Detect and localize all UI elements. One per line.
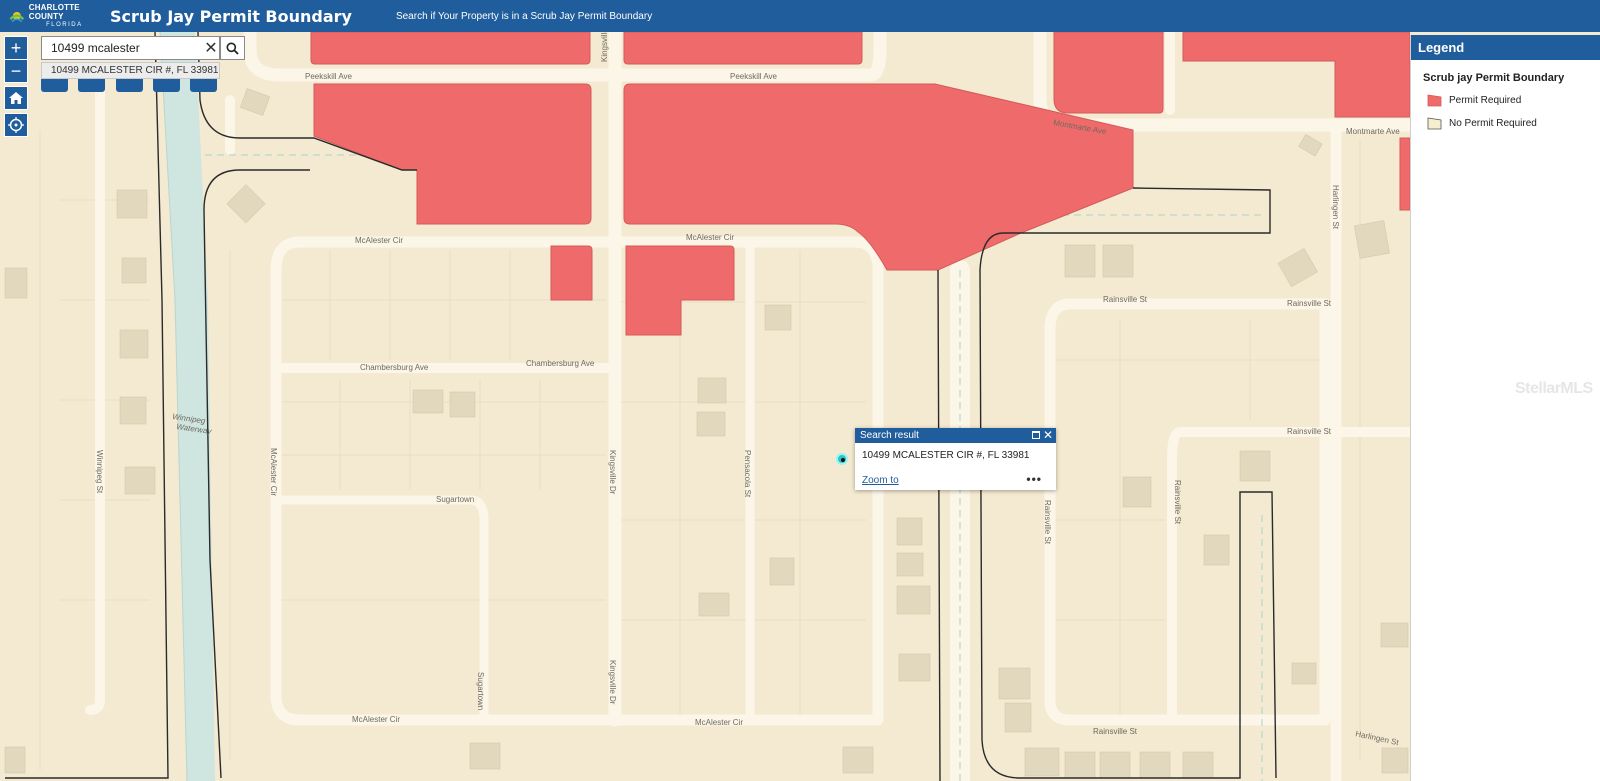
label-chambersburg-2: Chambersburg Ave — [526, 359, 595, 368]
sun-logo-icon — [9, 11, 25, 23]
home-button[interactable] — [4, 86, 28, 110]
label-kingsville-2: Kingsville Dr — [608, 450, 617, 495]
tool-button-2[interactable] — [78, 78, 105, 92]
watermark: StellarMLS — [1515, 380, 1593, 397]
permit-area-7 — [1053, 32, 1164, 114]
permit-area-1 — [310, 32, 591, 65]
search-clear-button[interactable]: ✕ — [203, 38, 219, 58]
popup-address: 10499 MCALESTER CIR #, FL 33981 — [862, 450, 1030, 461]
label-mcalester-2: McAlester Cir — [686, 233, 734, 242]
label-chambersburg-1: Chambersburg Ave — [360, 363, 429, 372]
logo-state: FLORIDA — [46, 21, 83, 28]
zoom-out-button[interactable]: − — [4, 59, 28, 83]
label-rainsville-2: Rainsville St — [1287, 299, 1332, 308]
logo-name: CHARLOTTE COUNTY — [28, 2, 80, 21]
legend-layer-title: Scrub jay Permit Boundary — [1423, 72, 1565, 84]
label-rainsville-4: Rainsville St — [1093, 727, 1138, 736]
label-peekskill-1: Peekskill Ave — [305, 72, 353, 81]
label-harlingen-1: Harlingen St — [1331, 185, 1340, 230]
maximize-icon[interactable] — [1032, 431, 1040, 439]
zoom-to-link[interactable]: Zoom to — [862, 475, 899, 486]
search-input[interactable] — [42, 40, 203, 56]
search-suggestion-item[interactable]: 10499 MCALESTER CIR #, FL 33981 — [41, 62, 220, 79]
label-rainsville-v2: Rainsville St — [1043, 500, 1052, 545]
map-view[interactable]: Peekskill Ave Peekskill Ave Montmarte Av… — [0, 32, 1410, 781]
label-winnipeg-st: Winnipeg St — [95, 450, 104, 494]
tool-button-1[interactable] — [41, 78, 68, 92]
legend-label: No Permit Required — [1449, 117, 1537, 129]
app-header: CHARLOTTE COUNTY FLORIDA Scrub Jay Permi… — [0, 0, 1600, 32]
app-subtitle: Search if Your Property is in a Scrub Ja… — [395, 10, 653, 22]
label-kingsville-3: Kingsville Dr — [608, 660, 617, 705]
label-mcalester-v: McAlester Cir — [269, 448, 278, 496]
legend-label: Permit Required — [1449, 94, 1522, 106]
label-mcalester-3: McAlester Cir — [352, 715, 400, 724]
permit-area-5 — [550, 245, 593, 301]
no-permit-swatch — [1427, 117, 1442, 129]
home-icon — [9, 92, 23, 104]
label-rainsville-1: Rainsville St — [1103, 295, 1148, 304]
map-canvas[interactable]: Peekskill Ave Peekskill Ave Montmarte Av… — [0, 32, 1410, 781]
label-rainsville-3: Rainsville St — [1287, 427, 1332, 436]
locate-icon — [8, 117, 24, 133]
search-result-popup: Search result ✕ 10499 MCALESTER CIR #, F… — [855, 428, 1056, 490]
popup-title: Search result — [860, 430, 919, 441]
label-mcalester-1: McAlester Cir — [355, 236, 403, 245]
label-mcalester-4: McAlester Cir — [695, 718, 743, 727]
search-button[interactable] — [220, 36, 245, 60]
tool-button-3[interactable] — [116, 78, 143, 92]
label-peekskill-2: Peekskill Ave — [730, 72, 778, 81]
marker-dot — [841, 458, 845, 462]
app-title: Scrub Jay Permit Boundary — [110, 6, 352, 26]
label-sugartown-1: Sugartown — [436, 495, 474, 504]
zoom-in-button[interactable]: + — [4, 36, 28, 60]
tool-button-5[interactable] — [190, 78, 217, 92]
search-icon — [226, 42, 239, 55]
popup-header: Search result ✕ — [855, 428, 1056, 443]
legend-item-permit-required: Permit Required — [1427, 93, 1600, 107]
search-result-marker[interactable] — [836, 453, 848, 465]
label-sugartown-2: Sugartown — [476, 672, 485, 710]
popup-close-button[interactable]: ✕ — [1043, 428, 1053, 443]
permit-area-2 — [623, 32, 863, 65]
label-montmarte-2: Montmarte Ave — [1346, 127, 1400, 136]
county-logo: CHARLOTTE COUNTY FLORIDA — [8, 2, 100, 30]
more-actions-button[interactable]: ••• — [1026, 472, 1042, 486]
tool-button-4[interactable] — [153, 78, 180, 92]
permit-area-9 — [1399, 137, 1410, 211]
label-kingsville-1: Kingsville Dr — [600, 32, 609, 62]
locate-button[interactable] — [4, 113, 28, 137]
label-pensacola: Pensacola St — [743, 450, 752, 498]
legend-panel: Legend Scrub jay Permit Boundary Permit … — [1410, 35, 1600, 781]
permit-required-swatch — [1427, 94, 1442, 106]
legend-header: Legend — [1411, 35, 1600, 60]
legend-item-no-permit: No Permit Required — [1427, 116, 1600, 130]
search-box: ✕ — [41, 36, 220, 60]
label-rainsville-v: Rainsville St — [1173, 480, 1182, 525]
